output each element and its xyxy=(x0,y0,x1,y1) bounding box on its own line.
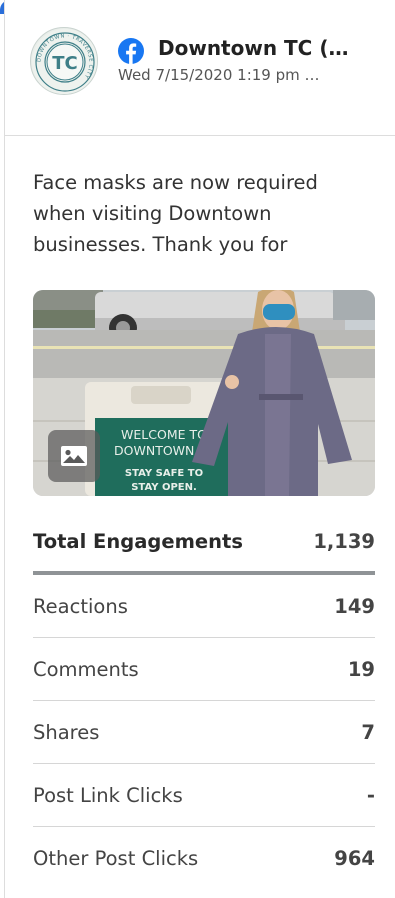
post-text: Face masks are now required when visitin… xyxy=(33,171,318,256)
stat-value: 964 xyxy=(334,847,375,870)
total-engagements-value: 1,139 xyxy=(313,529,375,553)
facebook-icon xyxy=(118,38,144,64)
photo-badge[interactable] xyxy=(48,430,100,482)
post-photo[interactable]: WELCOME TO DOWNTOWN TC STAY SAFE TO STAY… xyxy=(33,290,375,496)
stat-row-comments: Comments 19 xyxy=(33,638,375,701)
image-icon xyxy=(61,446,87,466)
stat-row-post-link-clicks: Post Link Clicks - xyxy=(33,764,375,827)
stat-label: Reactions xyxy=(33,594,128,618)
avatar[interactable]: DOWNTOWN · TRAVERSE CITY TC xyxy=(30,27,98,95)
post-date: Wed 7/15/2020 1:19 pm … xyxy=(118,66,320,84)
stat-row-reactions: Reactions 149 xyxy=(33,575,375,638)
sign-line-3: STAY SAFE TO xyxy=(125,468,203,479)
stat-label: Comments xyxy=(33,657,139,681)
avatar-initials: TC xyxy=(52,53,78,74)
sign-line-4: STAY OPEN. xyxy=(131,482,197,493)
stat-row-other-post-clicks: Other Post Clicks 964 xyxy=(33,827,375,890)
stat-label: Post Link Clicks xyxy=(33,783,183,807)
stat-label: Other Post Clicks xyxy=(33,847,199,870)
sign-line-1: WELCOME TO xyxy=(121,427,207,442)
total-engagements-label: Total Engagements xyxy=(33,529,243,553)
avatar-logo-icon: DOWNTOWN · TRAVERSE CITY TC xyxy=(32,29,97,94)
page-name[interactable]: Downtown TC (… xyxy=(158,36,378,60)
stat-label: Shares xyxy=(33,720,100,744)
stat-value: 149 xyxy=(334,594,375,618)
stat-value: - xyxy=(366,783,375,807)
stat-row-shares: Shares 7 xyxy=(33,701,375,764)
stat-value: 7 xyxy=(361,720,375,744)
stat-value: 19 xyxy=(347,657,375,681)
engagement-stats: Total Engagements 1,139 Reactions 149 Co… xyxy=(33,511,375,890)
total-engagements-row: Total Engagements 1,139 xyxy=(33,511,375,575)
